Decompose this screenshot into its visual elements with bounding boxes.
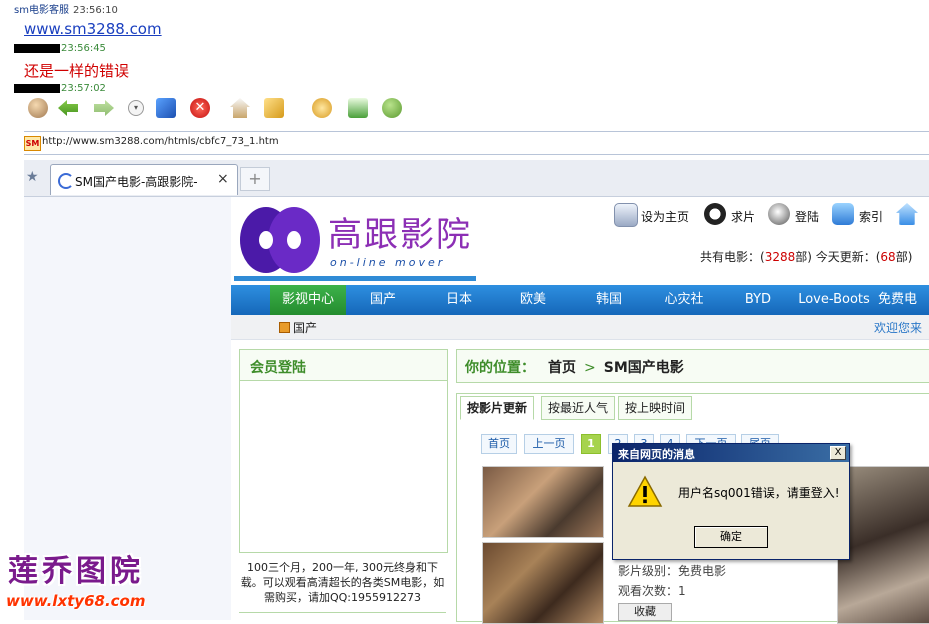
main-nav: 影视中心 国产 日本 欧美 韩国 心灾社 BYD Love-Boots 免费电 [231, 285, 929, 315]
logo-text: 高跟影院 [328, 215, 472, 255]
index-icon [832, 203, 854, 225]
warning-icon [627, 475, 663, 507]
tab-close-icon[interactable]: × [217, 171, 229, 187]
bullet-icon [279, 322, 290, 333]
welcome-text: 欢迎您来 [874, 321, 923, 335]
movie-stats: 共有电影：(3288部) 今天更新：(68部) [700, 250, 913, 264]
member-login-header: 会员登陆 [240, 350, 447, 381]
user-icon[interactable] [28, 98, 48, 118]
movie-thumbnail[interactable] [482, 542, 604, 624]
location-bar: 你的位置： 首页 > SM国产电影 [456, 349, 929, 383]
loading-icon [58, 173, 74, 189]
nav-item-domestic[interactable]: 国产 [357, 285, 409, 315]
collect-button[interactable]: 收藏 [618, 603, 672, 621]
pager-page-1[interactable]: 1 [581, 434, 601, 454]
member-login-box: 会员登陆 [239, 349, 448, 553]
nav-item-free[interactable]: 免费电 [878, 285, 929, 315]
stop-icon[interactable]: ✕ [190, 98, 210, 118]
forward-icon[interactable] [94, 100, 114, 116]
redacted-name [14, 44, 60, 53]
movie-level: 影片级别：免费电影 [618, 564, 727, 578]
nav-item-byd[interactable]: BYD [737, 285, 779, 315]
tab-sort-release[interactable]: 按上映时间 [618, 396, 693, 420]
tab-sort-popular[interactable]: 按最近人气 [541, 396, 616, 420]
today-count: 68 [880, 250, 896, 264]
breadcrumb-separator: > [584, 360, 596, 376]
pager-prev[interactable]: 上一页 [524, 434, 574, 454]
tab-title: SM国产电影-高跟影院- [75, 175, 198, 189]
tab-bar: ★ SM国产电影-高跟影院- × + [24, 160, 929, 197]
member-login-title: 会员登陆 [250, 360, 306, 376]
new-tab-button[interactable]: + [240, 167, 270, 191]
dialog-title: 来自网页的消息 [618, 448, 695, 461]
chat-link[interactable]: www.sm3288.com [24, 20, 162, 38]
chat-time-2: 23:56:45 [61, 43, 106, 54]
logo-disc-icon [240, 207, 320, 273]
breadcrumb: 首页 > SM国产电影 [548, 357, 684, 377]
dialog-message: 用户名sq001错误，请重登入! [678, 486, 840, 500]
divider [239, 612, 446, 613]
active-tab[interactable]: SM国产电影-高跟影院- × [50, 164, 238, 195]
promo-text: 100三个月，200一年, 300元终身和下载。可以观看高清超长的各类SM电影，… [240, 561, 445, 604]
dialog-titlebar[interactable]: 来自网页的消息 X [613, 444, 849, 462]
breadcrumb-current[interactable]: SM国产电影 [604, 360, 684, 376]
nav-item-love-boots[interactable]: Love-Boots [797, 285, 871, 315]
penguin-icon [768, 203, 790, 225]
ok-button[interactable]: 确定 [694, 526, 768, 548]
watermark-url: www.lxty68.com [6, 592, 146, 610]
history-icon[interactable] [312, 98, 332, 118]
nav-item-community[interactable]: 心灾社 [655, 285, 713, 315]
nav-item-western[interactable]: 欧美 [507, 285, 559, 315]
movie-count: 3288 [764, 250, 796, 264]
homepage-icon [614, 203, 638, 227]
nav-item-japan[interactable]: 日本 [433, 285, 485, 315]
browser-toolbar: ▾ ✕ [24, 98, 929, 120]
logo-underline [234, 276, 476, 281]
favicon: SM [24, 136, 41, 151]
dropdown-icon[interactable]: ▾ [128, 100, 144, 116]
refresh-icon[interactable] [156, 98, 176, 118]
breadcrumb-home[interactable]: 首页 [548, 360, 576, 376]
chat-time-3: 23:57:02 [61, 83, 106, 94]
url-text[interactable]: http://www.sm3288.com/htmls/cbfc7_73_1.h… [42, 136, 279, 147]
dialog-close-button[interactable]: X [830, 446, 846, 460]
edit-icon[interactable] [264, 98, 284, 118]
star-icon[interactable]: ★ [26, 169, 39, 185]
location-label: 你的位置： [465, 360, 535, 376]
house-icon [896, 203, 918, 225]
address-bar[interactable]: SM http://www.sm3288.com/htmls/cbfc7_73_… [24, 131, 929, 155]
logo-subtitle: on-line mover [330, 256, 446, 269]
movie-thumbnail[interactable] [837, 466, 929, 624]
pager-first[interactable]: 首页 [481, 434, 517, 454]
chat-time-1: 23:56:10 [72, 5, 118, 16]
subnav-item-domestic[interactable]: 国产 [293, 319, 317, 336]
chat-sender: sm电影客服 [14, 5, 69, 16]
nav-item-korea[interactable]: 韩国 [583, 285, 635, 315]
home-icon[interactable] [230, 98, 250, 118]
panda-icon [704, 203, 726, 225]
view-count: 观看次数：1 [618, 584, 686, 598]
movie-thumbnail[interactable] [482, 466, 604, 538]
watermark-text: 莲乔图院 [8, 554, 144, 589]
contacts-icon[interactable] [382, 98, 402, 118]
screenshot-icon[interactable] [348, 98, 368, 118]
chat-sender-line: sm电影客服 23:56:10 [14, 1, 118, 16]
chat-message: 还是一样的错误 [24, 62, 130, 80]
alert-dialog: 来自网页的消息 X 用户名sq001错误，请重登入! 确定 [612, 443, 850, 560]
redacted-name-2 [14, 84, 60, 93]
tab-sort-update[interactable]: 按影片更新 [460, 396, 535, 420]
sub-nav: 国产 欢迎您来 [231, 315, 929, 340]
nav-item-movie-center[interactable]: 影视中心 [270, 285, 346, 315]
back-icon[interactable] [58, 100, 78, 116]
